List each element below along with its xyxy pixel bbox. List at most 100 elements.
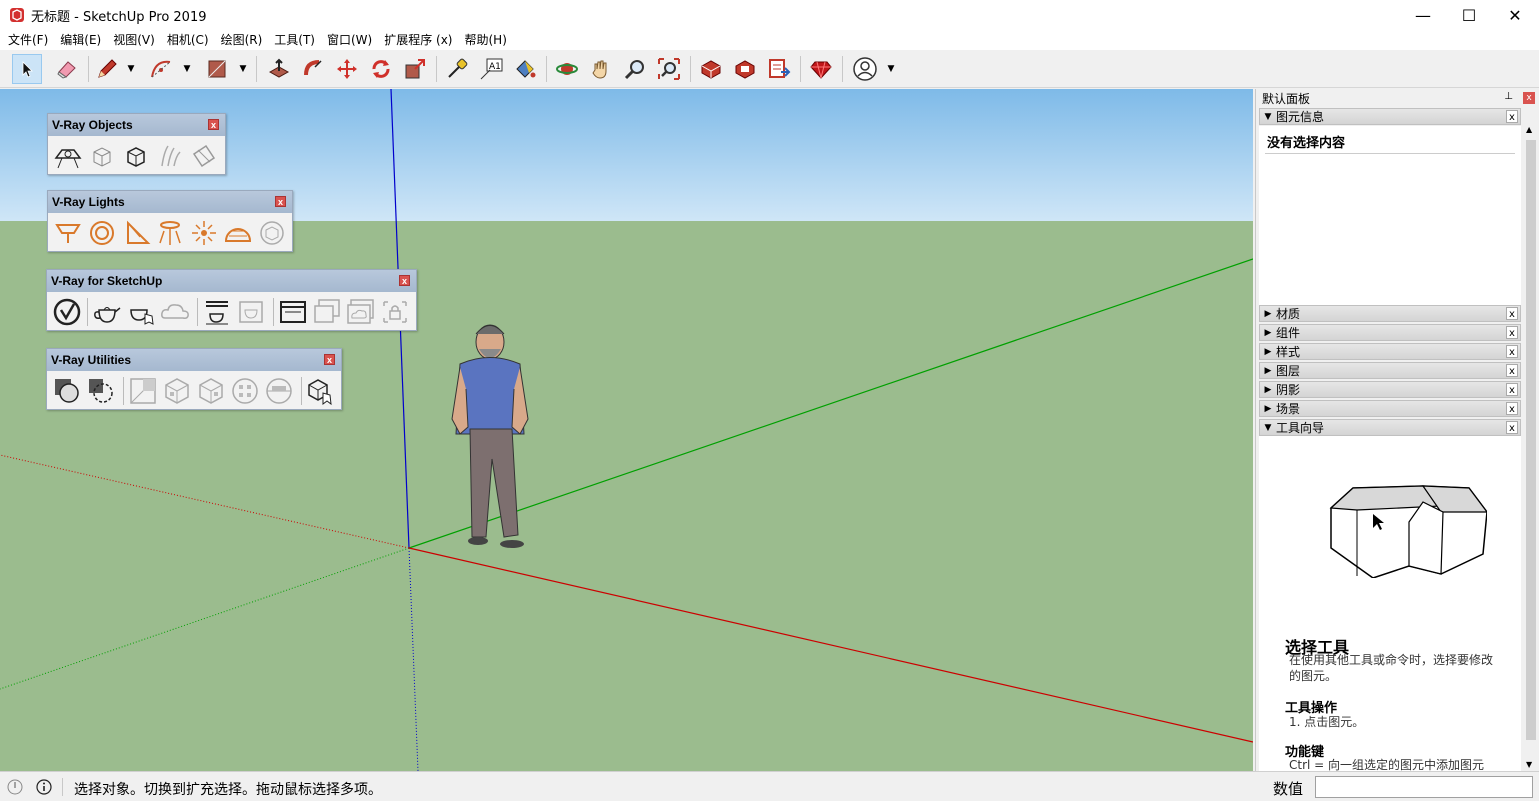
menu-window[interactable]: 窗口(W): [321, 30, 378, 50]
scroll-up-arrow-icon[interactable]: ▲: [1526, 125, 1532, 134]
vray-batch-render-icon[interactable]: [201, 296, 233, 328]
materials-section[interactable]: ▶ 材质 x: [1259, 305, 1521, 322]
scenes-section[interactable]: ▶ 场景 x: [1259, 400, 1521, 417]
menu-camera[interactable]: 相机(C): [161, 30, 215, 50]
vray-plane-icon[interactable]: [52, 140, 84, 172]
vray-render-teapot-icon[interactable]: [91, 296, 123, 328]
vray-lister-icon[interactable]: [311, 296, 343, 328]
spot-light-icon[interactable]: [120, 217, 152, 249]
entity-info-close-button[interactable]: x: [1506, 110, 1518, 123]
account-button[interactable]: [850, 54, 880, 84]
vray-pick-material-icon[interactable]: [51, 375, 83, 407]
mesh-light-icon[interactable]: [256, 217, 288, 249]
vray-utilities-titlebar[interactable]: V-Ray Utilities x: [47, 349, 341, 371]
info-icon[interactable]: [36, 779, 52, 795]
arc-dropdown[interactable]: ▼: [180, 54, 194, 84]
pin-icon[interactable]: ⊥: [1504, 91, 1513, 102]
scroll-thumb[interactable]: [1526, 140, 1536, 740]
vray-fur-icon[interactable]: [154, 140, 186, 172]
menu-edit[interactable]: 编辑(E): [54, 30, 107, 50]
omni-light-icon[interactable]: [188, 217, 220, 249]
zoom-tool-button[interactable]: [620, 54, 650, 84]
orbit-tool-button[interactable]: [552, 54, 582, 84]
dome-light-icon[interactable]: [222, 217, 254, 249]
scenes-close-button[interactable]: x: [1506, 402, 1518, 415]
send-to-layout-button[interactable]: [764, 54, 794, 84]
eraser-tool-button[interactable]: [52, 54, 82, 84]
minimize-button[interactable]: —: [1400, 0, 1446, 30]
select-tool-button[interactable]: [12, 54, 42, 84]
menu-draw[interactable]: 绘图(R): [215, 30, 269, 50]
components-close-button[interactable]: x: [1506, 326, 1518, 339]
vray-region-render-icon[interactable]: [235, 296, 267, 328]
arc-tool-button[interactable]: [146, 54, 176, 84]
paint-bucket-tool-button[interactable]: [510, 54, 540, 84]
vray-interactive-render-icon[interactable]: [125, 296, 157, 328]
vray-uvw-icon[interactable]: [127, 375, 159, 407]
vray-object-pick-icon[interactable]: [305, 375, 337, 407]
vray-proxy-import-icon[interactable]: [86, 140, 118, 172]
scale-tool-button[interactable]: [400, 54, 430, 84]
vray-lights-panel[interactable]: V-Ray Lights x: [47, 190, 293, 252]
layers-close-button[interactable]: x: [1506, 364, 1518, 377]
measurements-input[interactable]: [1315, 776, 1533, 798]
vray-mesh-clipper-icon[interactable]: [188, 140, 220, 172]
extension-warehouse-button[interactable]: [730, 54, 760, 84]
ruby-console-button[interactable]: [806, 54, 836, 84]
rect-light-icon[interactable]: [52, 217, 84, 249]
move-tool-button[interactable]: [332, 54, 362, 84]
vray-triplanar-icon[interactable]: [161, 375, 193, 407]
vray-sphere-map-icon[interactable]: [229, 375, 261, 407]
3d-warehouse-button[interactable]: [696, 54, 726, 84]
tape-measure-tool-button[interactable]: [442, 54, 472, 84]
components-section[interactable]: ▶ 组件 x: [1259, 324, 1521, 341]
vray-frame-buffer-icon[interactable]: [277, 296, 309, 328]
entity-info-section[interactable]: ▼ 图元信息 x: [1259, 108, 1521, 125]
vray-objects-close-button[interactable]: x: [208, 119, 219, 130]
vray-asset-editor-icon[interactable]: [51, 296, 83, 328]
3d-viewport[interactable]: V-Ray Objects x V-Ray Lights x V-Ray for…: [0, 89, 1253, 771]
vray-utilities-close-button[interactable]: x: [324, 354, 335, 365]
rotate-tool-button[interactable]: [366, 54, 396, 84]
follow-me-tool-button[interactable]: [298, 54, 328, 84]
zoom-extents-tool-button[interactable]: [654, 54, 684, 84]
sphere-light-icon[interactable]: [86, 217, 118, 249]
ies-light-icon[interactable]: [154, 217, 186, 249]
pencil-dropdown[interactable]: ▼: [124, 54, 138, 84]
shadows-section[interactable]: ▶ 阴影 x: [1259, 381, 1521, 398]
scroll-down-arrow-icon[interactable]: ▼: [1526, 760, 1532, 769]
tray-close-button[interactable]: x: [1523, 92, 1535, 104]
vray-cloud-window-icon[interactable]: [345, 296, 377, 328]
vray-objects-panel[interactable]: V-Ray Objects x: [47, 113, 226, 175]
tray-scrollbar[interactable]: ▲ ▼: [1523, 125, 1539, 771]
geo-location-icon[interactable]: [7, 779, 23, 795]
vray-main-close-button[interactable]: x: [399, 275, 410, 286]
shape-tool-button[interactable]: [202, 54, 232, 84]
instructor-section[interactable]: ▼ 工具向导 x: [1259, 419, 1521, 436]
vray-box-map-icon[interactable]: [195, 375, 227, 407]
styles-close-button[interactable]: x: [1506, 345, 1518, 358]
vray-lights-close-button[interactable]: x: [275, 196, 286, 207]
menu-help[interactable]: 帮助(H): [458, 30, 512, 50]
materials-close-button[interactable]: x: [1506, 307, 1518, 320]
push-pull-tool-button[interactable]: [264, 54, 294, 84]
account-dropdown[interactable]: ▼: [884, 54, 898, 84]
text-tool-button[interactable]: A1: [476, 54, 506, 84]
menu-extensions[interactable]: 扩展程序 (x): [378, 30, 458, 50]
vray-lock-camera-icon[interactable]: [379, 296, 411, 328]
menu-tools[interactable]: 工具(T): [268, 30, 321, 50]
vray-proxy-export-icon[interactable]: [120, 140, 152, 172]
layers-section[interactable]: ▶ 图层 x: [1259, 362, 1521, 379]
vray-main-panel[interactable]: V-Ray for SketchUp x: [46, 269, 417, 331]
shadows-close-button[interactable]: x: [1506, 383, 1518, 396]
menu-file[interactable]: 文件(F): [2, 30, 54, 50]
maximize-button[interactable]: ☐: [1446, 0, 1492, 30]
vray-utilities-panel[interactable]: V-Ray Utilities x: [46, 348, 342, 410]
pan-tool-button[interactable]: [586, 54, 616, 84]
shape-dropdown[interactable]: ▼: [236, 54, 250, 84]
close-window-button[interactable]: ✕: [1492, 0, 1538, 30]
vray-objects-titlebar[interactable]: V-Ray Objects x: [48, 114, 225, 136]
pencil-tool-button[interactable]: [92, 54, 122, 84]
vray-pick-focus-icon[interactable]: [85, 375, 117, 407]
vray-cloud-render-icon[interactable]: [159, 296, 191, 328]
